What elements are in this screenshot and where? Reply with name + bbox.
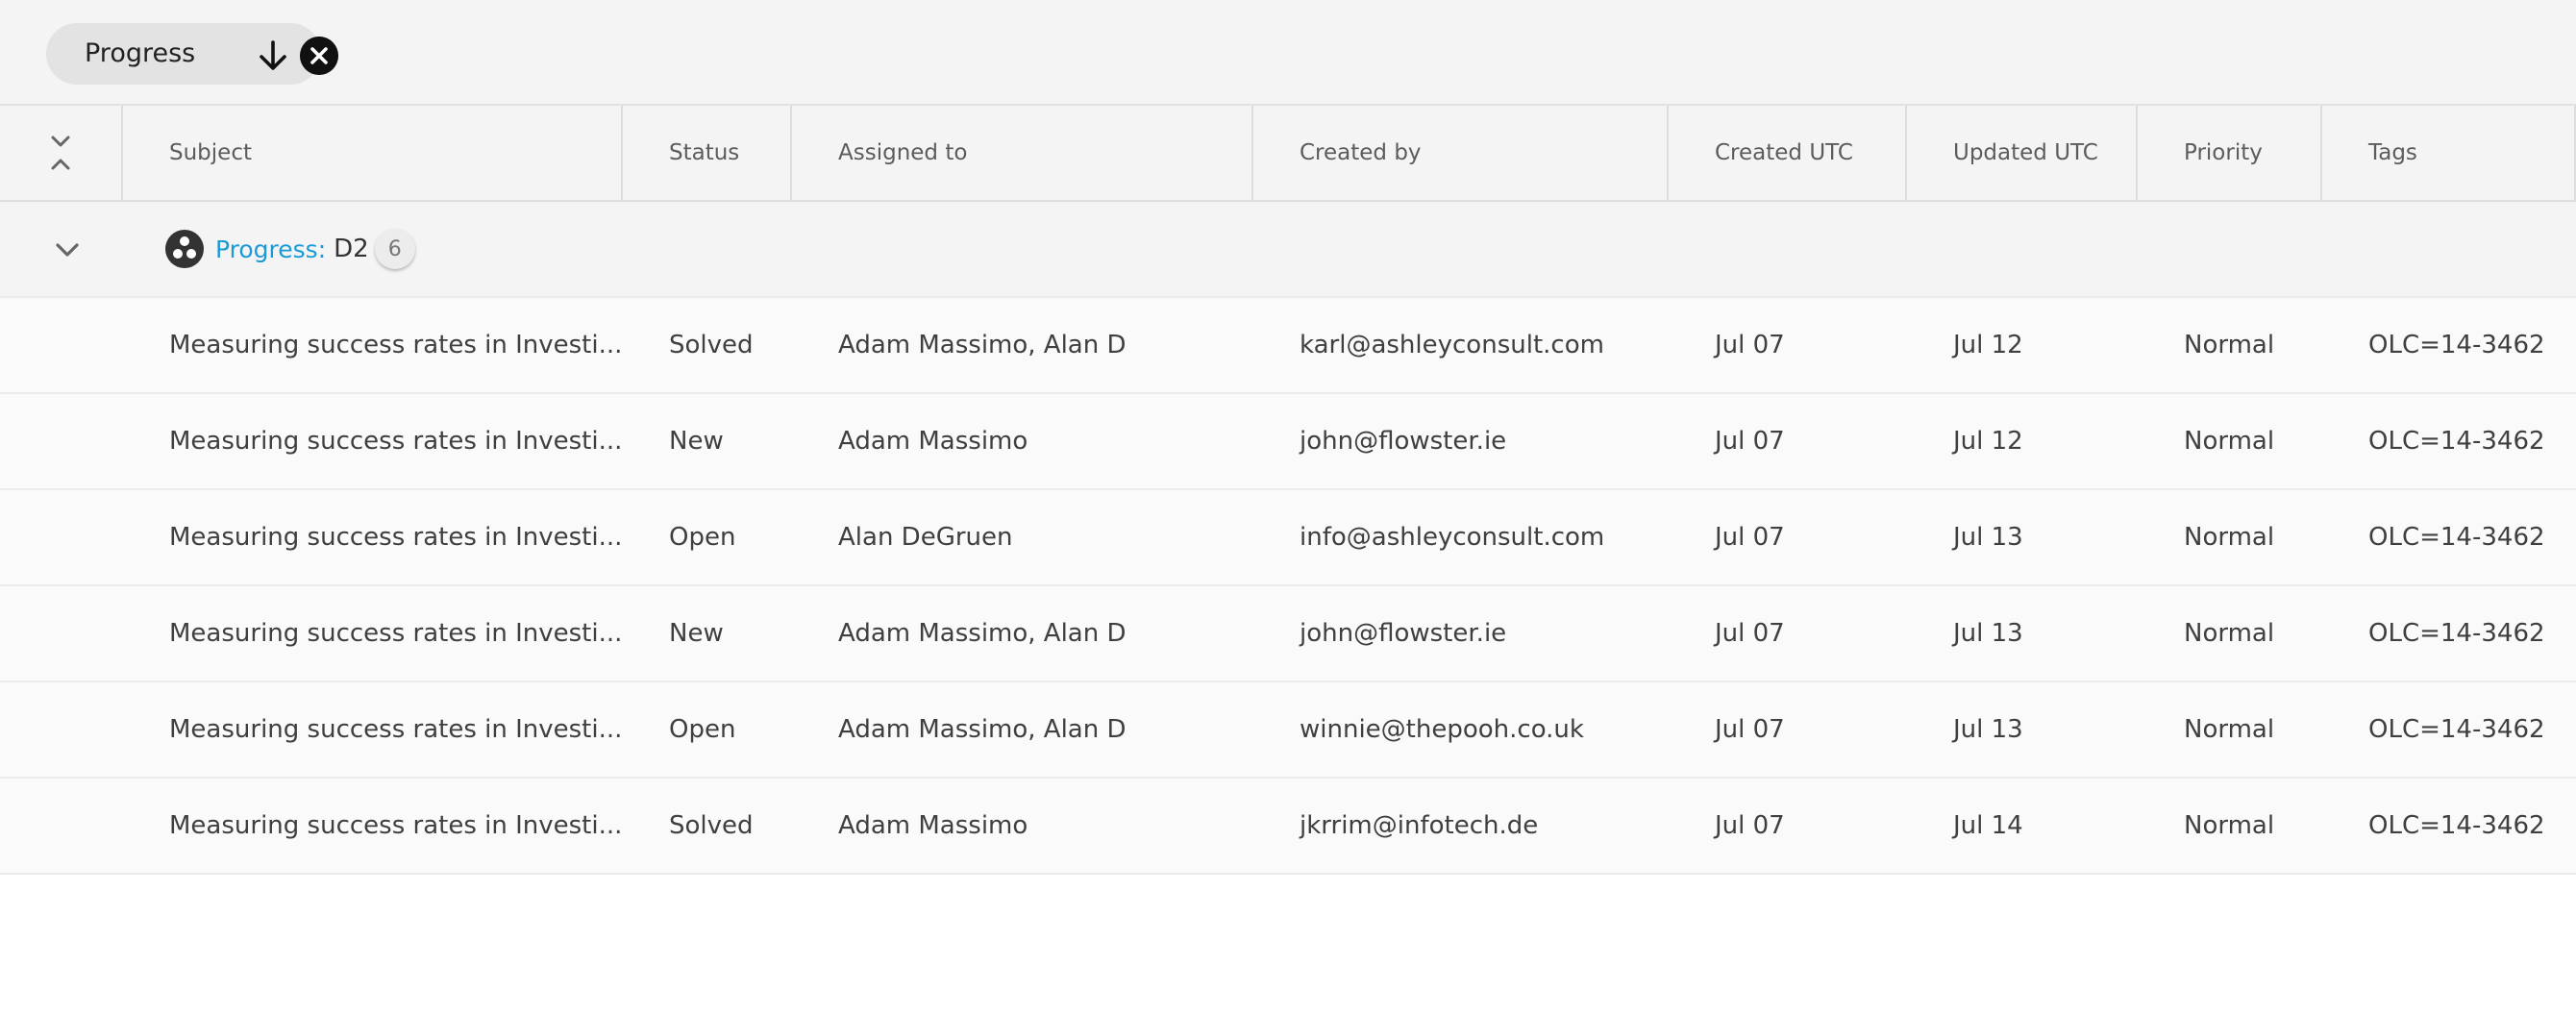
cell-subject[interactable]: Measuring success rates in Investi... (123, 779, 623, 873)
group-row-progress: Progress: D2 6 (0, 202, 2576, 298)
cell-priority: Normal (2184, 331, 2275, 359)
cell-created-utc: Jul 07 (1715, 523, 1785, 552)
cell-priority: Normal (2184, 619, 2275, 648)
cell-status: Solved (669, 331, 754, 359)
cell-updated-utc: Jul 13 (1953, 523, 2023, 552)
row-spacer (0, 586, 123, 681)
cell-subject[interactable]: Measuring success rates in Investi... (123, 394, 623, 488)
cell-created-by: jkrrim@infotech.de (1300, 811, 1539, 840)
column-header-created-utc[interactable]: Created UTC (1669, 106, 1907, 200)
cell-assigned-to: Adam Massimo, Alan D (838, 715, 1127, 744)
progress-icon (165, 230, 204, 268)
row-spacer (0, 490, 123, 584)
cell-status: New (669, 619, 724, 648)
cell-created-utc: Jul 07 (1715, 619, 1785, 648)
cell-priority: Normal (2184, 427, 2275, 456)
row-spacer (0, 779, 123, 873)
cell-created-by: info@ashleyconsult.com (1300, 523, 1605, 552)
close-circle-icon[interactable] (300, 37, 338, 75)
cell-subject[interactable]: Measuring success rates in Investi... (123, 298, 623, 392)
group-header: Progress: D2 6 (165, 202, 415, 296)
arrow-down-icon[interactable] (254, 37, 292, 75)
chevron-down-icon[interactable] (50, 233, 85, 267)
cell-created-by: john@flowster.ie (1300, 619, 1507, 648)
cell-tags: OLC=14-3462 (2368, 715, 2545, 744)
table-row[interactable]: Measuring success rates in Investi... So… (0, 298, 2576, 394)
table-row[interactable]: Measuring success rates in Investi... Ne… (0, 394, 2576, 490)
cell-priority: Normal (2184, 811, 2275, 840)
cell-updated-utc: Jul 13 (1953, 715, 2023, 744)
cell-tags: OLC=14-3462 (2368, 811, 2545, 840)
cell-subject[interactable]: Measuring success rates in Investi... (123, 682, 623, 777)
cell-created-by: winnie@thepooh.co.uk (1300, 715, 1584, 744)
cell-assigned-to: Adam Massimo, Alan D (838, 331, 1127, 359)
cell-updated-utc: Jul 12 (1953, 331, 2023, 359)
cell-created-utc: Jul 07 (1715, 427, 1785, 456)
row-spacer (0, 394, 123, 488)
table-header-row: Subject Status Assigned to Created by Cr… (0, 106, 2576, 202)
chip-label: Progress (85, 38, 196, 68)
column-header-assigned-to[interactable]: Assigned to (792, 106, 1253, 200)
cell-subject[interactable]: Measuring success rates in Investi... (123, 586, 623, 681)
cell-updated-utc: Jul 13 (1953, 619, 2023, 648)
cell-created-utc: Jul 07 (1715, 811, 1785, 840)
cell-updated-utc: Jul 12 (1953, 427, 2023, 456)
tickets-table: Subject Status Assigned to Created by Cr… (0, 106, 2576, 875)
cell-tags: OLC=14-3462 (2368, 427, 2545, 456)
column-header-updated-utc[interactable]: Updated UTC (1907, 106, 2138, 200)
cell-tags: OLC=14-3462 (2368, 523, 2545, 552)
column-header-tags[interactable]: Tags (2322, 106, 2576, 200)
group-count-badge: 6 (374, 229, 415, 269)
cell-updated-utc: Jul 14 (1953, 811, 2023, 840)
table-row[interactable]: Measuring success rates in Investi... Ne… (0, 586, 2576, 682)
cell-tags: OLC=14-3462 (2368, 331, 2545, 359)
row-spacer (0, 298, 123, 392)
cell-status: New (669, 427, 724, 456)
cell-status: Solved (669, 811, 754, 840)
column-header-status[interactable]: Status (623, 106, 792, 200)
column-header-priority[interactable]: Priority (2138, 106, 2322, 200)
cell-status: Open (669, 523, 736, 552)
group-label: Progress: (215, 235, 327, 263)
collapse-all-button[interactable] (0, 106, 123, 200)
cell-priority: Normal (2184, 523, 2275, 552)
group-by-progress-chip[interactable]: Progress (46, 23, 338, 85)
row-spacer (0, 682, 123, 777)
cell-assigned-to: Adam Massimo, Alan D (838, 619, 1127, 648)
table-row[interactable]: Measuring success rates in Investi... So… (0, 779, 2576, 875)
group-value: D2 (334, 235, 369, 263)
cell-assigned-to: Adam Massimo (838, 427, 1028, 456)
cell-assigned-to: Alan DeGruen (838, 523, 1013, 552)
table-row[interactable]: Measuring success rates in Investi... Op… (0, 682, 2576, 779)
cell-assigned-to: Adam Massimo (838, 811, 1028, 840)
cell-priority: Normal (2184, 715, 2275, 744)
cell-subject[interactable]: Measuring success rates in Investi... (123, 490, 623, 584)
cell-tags: OLC=14-3462 (2368, 619, 2545, 648)
cell-created-utc: Jul 07 (1715, 331, 1785, 359)
cell-status: Open (669, 715, 736, 744)
cell-created-utc: Jul 07 (1715, 715, 1785, 744)
grouping-toolbar: Progress (0, 0, 2576, 106)
table-row[interactable]: Measuring success rates in Investi... Op… (0, 490, 2576, 586)
collapse-all-icon (51, 136, 70, 170)
cell-created-by: john@flowster.ie (1300, 427, 1507, 456)
cell-created-by: karl@ashleyconsult.com (1300, 331, 1604, 359)
column-header-subject[interactable]: Subject (123, 106, 623, 200)
column-header-created-by[interactable]: Created by (1253, 106, 1669, 200)
